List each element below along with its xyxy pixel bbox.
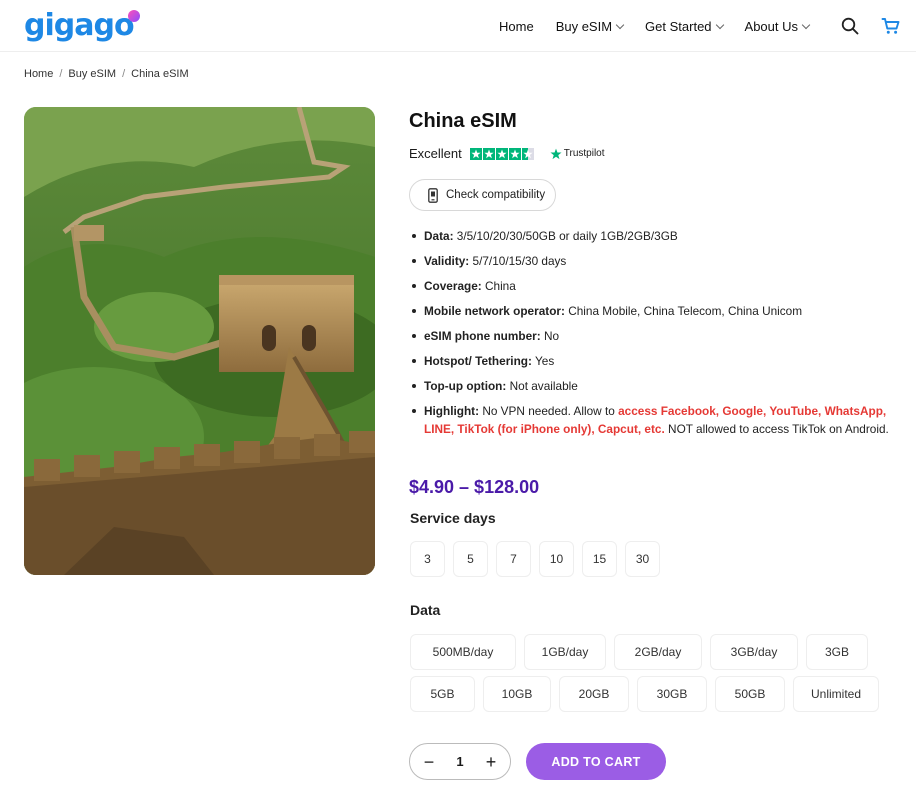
service-day-option[interactable]: 10 bbox=[539, 541, 574, 577]
quantity-value[interactable]: 1 bbox=[456, 754, 463, 769]
feature-value: No bbox=[543, 329, 560, 343]
nav-about-us-label: About Us bbox=[744, 18, 799, 34]
service-days-options: 3 5 7 10 15 30 bbox=[410, 541, 660, 577]
service-days-label: Service days bbox=[410, 510, 496, 526]
feature-value: 3/5/10/20/30/50GB or daily 1GB/2GB/3GB bbox=[456, 229, 678, 243]
chevron-down-icon bbox=[715, 20, 724, 29]
data-option[interactable]: 5GB bbox=[410, 676, 475, 712]
product-image bbox=[24, 107, 375, 575]
data-option[interactable]: 2GB/day bbox=[614, 634, 702, 670]
feature-value: China bbox=[484, 279, 516, 293]
quantity-increase-button[interactable]: + bbox=[484, 753, 498, 771]
feature-item: Coverage: China bbox=[412, 277, 916, 295]
add-to-cart-button[interactable]: ADD TO CART bbox=[526, 743, 666, 780]
main-nav: Home Buy eSIM Get Started About Us bbox=[499, 0, 811, 52]
highlight-note: NOT allowed to access TikTok on Android. bbox=[664, 422, 889, 436]
product-title: China eSIM bbox=[409, 110, 517, 132]
breadcrumb-current: China eSIM bbox=[131, 68, 189, 80]
data-option[interactable]: Unlimited bbox=[793, 676, 879, 712]
service-day-option[interactable]: 15 bbox=[582, 541, 617, 577]
feature-label: Top-up option: bbox=[424, 379, 507, 393]
logo-dot-icon bbox=[127, 10, 140, 22]
feature-label: Hotspot/ Tethering: bbox=[424, 354, 532, 368]
cart-icon[interactable] bbox=[881, 16, 901, 36]
data-option[interactable]: 20GB bbox=[559, 676, 629, 712]
star-icon bbox=[482, 147, 495, 160]
feature-label: Data: bbox=[424, 229, 454, 243]
data-option[interactable]: 500MB/day bbox=[410, 634, 516, 670]
star-icon bbox=[495, 147, 508, 160]
feature-label: Validity: bbox=[424, 254, 470, 268]
trustpilot-logo[interactable]: Trustpilot bbox=[550, 148, 605, 160]
data-option[interactable]: 10GB bbox=[483, 676, 551, 712]
data-option[interactable]: 3GB/day bbox=[710, 634, 798, 670]
nav-buy-esim-label: Buy eSIM bbox=[555, 18, 613, 34]
star-icon bbox=[508, 147, 521, 160]
data-option[interactable]: 3GB bbox=[806, 634, 868, 670]
feature-label: Highlight: bbox=[424, 404, 480, 418]
star-icon bbox=[469, 147, 482, 160]
rating-row: Excellent Trustpilot bbox=[409, 146, 605, 161]
half-star-icon bbox=[521, 147, 534, 160]
chevron-down-icon bbox=[801, 20, 811, 29]
nav-about-us[interactable]: About Us bbox=[744, 18, 811, 34]
breadcrumb-buy-esim[interactable]: Buy eSIM bbox=[68, 68, 116, 80]
feature-item: Top-up option: Not available bbox=[412, 377, 916, 395]
service-day-option[interactable]: 7 bbox=[496, 541, 531, 577]
highlight-text: No VPN needed. Allow to bbox=[482, 404, 619, 418]
site-header: gigago Home Buy eSIM Get Started About U… bbox=[0, 0, 916, 52]
nav-buy-esim[interactable]: Buy eSIM bbox=[555, 18, 625, 34]
feature-value: Yes bbox=[534, 354, 555, 368]
price-range: $4.90 – $128.00 bbox=[409, 477, 540, 497]
chevron-down-icon bbox=[615, 20, 625, 29]
feature-value: Not available bbox=[509, 379, 578, 393]
quantity-decrease-button[interactable]: − bbox=[422, 753, 436, 771]
trustpilot-stars bbox=[469, 147, 534, 160]
service-day-option[interactable]: 5 bbox=[453, 541, 488, 577]
trustpilot-star-icon bbox=[550, 148, 562, 159]
nav-get-started-label: Get Started bbox=[645, 18, 712, 34]
breadcrumb-separator: / bbox=[59, 68, 63, 80]
feature-item: Data: 3/5/10/20/30/50GB or daily 1GB/2GB… bbox=[412, 227, 916, 245]
service-day-option[interactable]: 30 bbox=[625, 541, 660, 577]
nav-home-label: Home bbox=[499, 18, 534, 34]
gigago-logo[interactable]: gigago bbox=[24, 8, 140, 44]
data-options-row-2: 5GB 10GB 20GB 30GB 50GB Unlimited bbox=[410, 676, 879, 712]
feature-label: eSIM phone number: bbox=[424, 329, 541, 343]
breadcrumb: Home / Buy eSIM / China eSIM bbox=[24, 68, 189, 80]
feature-item-highlight: Highlight: No VPN needed. Allow to acces… bbox=[412, 402, 916, 438]
check-compatibility-label: Check compatibility bbox=[446, 189, 546, 201]
data-option[interactable]: 30GB bbox=[637, 676, 707, 712]
feature-value: China Mobile, China Telecom, China Unico… bbox=[568, 304, 803, 318]
nav-home[interactable]: Home bbox=[499, 19, 534, 34]
great-wall-illustration bbox=[24, 107, 375, 575]
nav-get-started[interactable]: Get Started bbox=[645, 18, 724, 34]
logo-text: gigago bbox=[24, 8, 135, 43]
service-day-option[interactable]: 3 bbox=[410, 541, 445, 577]
trustpilot-label: Trustpilot bbox=[563, 148, 605, 159]
feature-label: Mobile network operator: bbox=[424, 304, 565, 318]
quantity-stepper: − 1 + bbox=[409, 743, 511, 780]
feature-item: Hotspot/ Tethering: Yes bbox=[412, 352, 916, 370]
breadcrumb-home[interactable]: Home bbox=[24, 68, 53, 80]
rating-text: Excellent bbox=[409, 146, 462, 161]
data-label: Data bbox=[410, 602, 441, 618]
breadcrumb-separator: / bbox=[122, 68, 126, 80]
feature-label: Coverage: bbox=[424, 279, 482, 293]
feature-item: eSIM phone number: No bbox=[412, 327, 916, 345]
phone-icon bbox=[428, 187, 438, 203]
data-option[interactable]: 50GB bbox=[715, 676, 785, 712]
data-options-row-1: 500MB/day 1GB/day 2GB/day 3GB/day 3GB bbox=[410, 634, 868, 670]
check-compatibility-button[interactable]: Check compatibility bbox=[409, 179, 556, 211]
feature-value: 5/7/10/15/30 days bbox=[472, 254, 567, 268]
feature-item: Validity: 5/7/10/15/30 days bbox=[412, 252, 916, 270]
data-option[interactable]: 1GB/day bbox=[524, 634, 606, 670]
feature-list: Data: 3/5/10/20/30/50GB or daily 1GB/2GB… bbox=[412, 227, 916, 445]
search-icon[interactable] bbox=[841, 17, 859, 35]
feature-item: Mobile network operator: China Mobile, C… bbox=[412, 302, 916, 320]
